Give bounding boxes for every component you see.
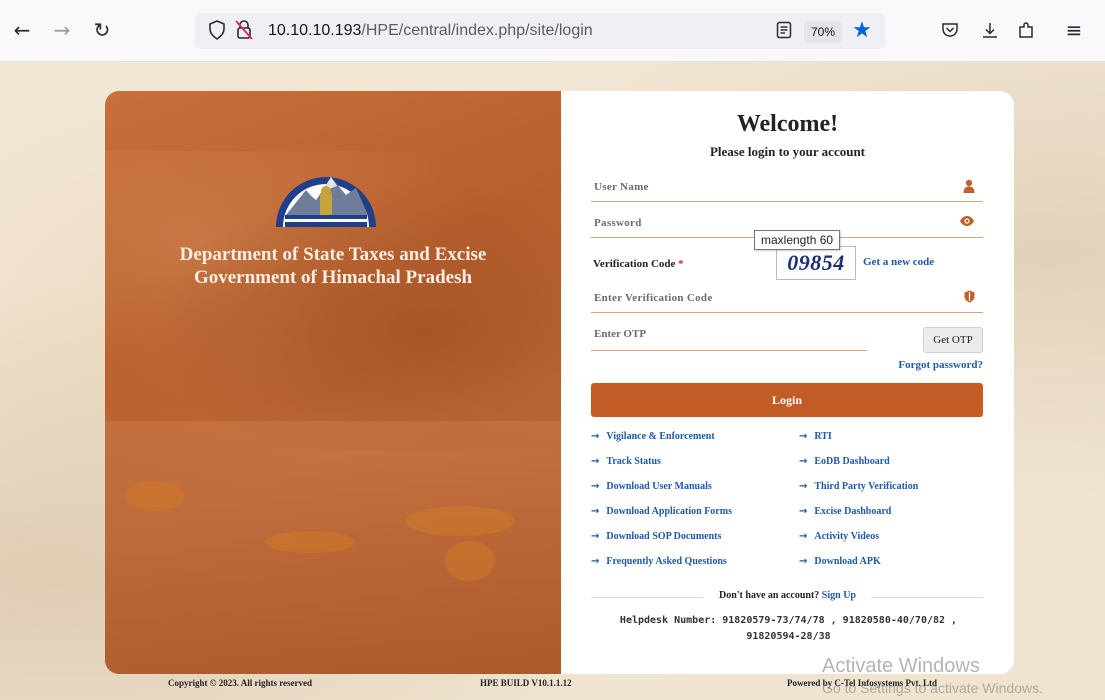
state-emblem-logo xyxy=(271,155,381,233)
government-name: Government of Himachal Pradesh xyxy=(193,267,473,288)
link-label: RTI xyxy=(814,431,832,442)
arrow-right-icon: → xyxy=(591,456,600,467)
extensions-icon[interactable] xyxy=(1012,16,1040,44)
link-download-application-forms[interactable]: → Download Application Forms xyxy=(591,506,732,517)
helpdesk-line-2: 91820594-28/38 xyxy=(746,631,831,642)
link-rti[interactable]: → RTI xyxy=(799,431,832,442)
shield-icon[interactable] xyxy=(203,16,231,44)
link-faq[interactable]: → Frequently Asked Questions xyxy=(591,556,727,567)
forgot-password-link[interactable]: Forgot password? xyxy=(898,359,983,371)
shrub-decoration xyxy=(265,531,355,553)
required-asterisk: * xyxy=(678,258,684,270)
signup-row: Don't have an account? Sign Up xyxy=(561,590,1014,604)
link-label: Activity Videos xyxy=(814,531,880,542)
branding-panel: Department of State Taxes and Excise Gov… xyxy=(105,91,561,674)
zoom-level-badge[interactable]: 70% xyxy=(804,21,842,43)
sign-up-link[interactable]: Sign Up xyxy=(822,590,856,601)
reload-icon[interactable]: ↻ xyxy=(88,16,116,44)
shield-icon xyxy=(964,290,975,307)
link-activity-videos[interactable]: → Activity Videos xyxy=(799,531,879,542)
arrow-right-icon: → xyxy=(799,431,808,442)
link-label: EoDB Dashboard xyxy=(814,456,890,467)
activate-windows-watermark: Activate Windows xyxy=(822,655,980,677)
link-vigilance-enforcement[interactable]: → Vigilance & Enforcement xyxy=(591,431,715,442)
reader-icon[interactable] xyxy=(770,16,798,44)
username-field[interactable]: User Name xyxy=(591,179,983,202)
shrub-decoration xyxy=(125,481,185,511)
arrow-right-icon: → xyxy=(591,481,600,492)
pocket-icon[interactable] xyxy=(936,16,964,44)
link-third-party-verification[interactable]: → Third Party Verification xyxy=(799,481,918,492)
browser-toolbar: ← → ↻ 10.10.10.193/HPE/central/index.php… xyxy=(0,0,1105,62)
shrub-decoration xyxy=(405,506,515,536)
link-track-status[interactable]: → Track Status xyxy=(591,456,661,467)
link-label: Third Party Verification xyxy=(814,481,919,492)
verification-placeholder: Enter Verification Code xyxy=(594,292,713,304)
maxlength-tooltip: maxlength 60 xyxy=(754,230,841,250)
back-icon[interactable]: ← xyxy=(8,16,36,44)
link-label: Download SOP Documents xyxy=(606,531,722,542)
get-new-code-link[interactable]: Get a new code xyxy=(863,256,934,268)
link-label: Download User Manuals xyxy=(606,481,712,492)
lock-warning-icon[interactable] xyxy=(230,16,258,44)
otp-input[interactable]: Enter OTP xyxy=(591,327,867,351)
menu-icon[interactable]: ≡ xyxy=(1060,16,1088,44)
arrow-right-icon: → xyxy=(799,556,808,567)
link-label: Track Status xyxy=(606,456,661,467)
link-download-apk[interactable]: → Download APK xyxy=(799,556,881,567)
otp-placeholder: Enter OTP xyxy=(594,328,647,340)
get-otp-button[interactable]: Get OTP xyxy=(923,327,983,353)
copyright-text: Copyright © 2023. All rights reserved xyxy=(168,678,313,688)
arrow-right-icon: → xyxy=(799,531,808,542)
arrow-right-icon: → xyxy=(799,481,808,492)
url-path: /HPE/central/index.php/site/login xyxy=(361,22,593,39)
user-icon xyxy=(963,179,975,197)
link-label: Excise Dashboard xyxy=(814,506,892,517)
activate-windows-hint: Go to Settings to activate Windows. xyxy=(822,680,1043,696)
build-version: HPE BUILD V10.1.1.12 xyxy=(480,678,572,688)
login-button[interactable]: Login xyxy=(591,383,983,417)
helpdesk-line-1: Helpdesk Number: 91820579-73/74/78 , 918… xyxy=(619,615,958,626)
verification-code-label: Verification Code * xyxy=(593,258,684,270)
captcha-image: 09854 xyxy=(776,246,856,280)
welcome-heading: Welcome! xyxy=(736,111,839,137)
signup-prompt: Don't have an account? Sign Up xyxy=(561,590,1014,601)
download-icon[interactable] xyxy=(976,16,1004,44)
link-label: Vigilance & Enforcement xyxy=(606,431,715,442)
link-download-sop-documents[interactable]: → Download SOP Documents xyxy=(591,531,721,542)
url-text[interactable]: 10.10.10.193/HPE/central/index.php/site/… xyxy=(268,22,593,40)
link-eodb-dashboard[interactable]: → EoDB Dashboard xyxy=(799,456,890,467)
department-title: Department of State Taxes and Excise Gov… xyxy=(105,243,561,289)
link-label: Frequently Asked Questions xyxy=(606,556,727,567)
link-label: Download APK xyxy=(814,556,881,567)
password-placeholder: Password xyxy=(594,217,642,229)
department-name: Department of State Taxes and Excise xyxy=(179,244,487,265)
arrow-right-icon: → xyxy=(799,456,808,467)
arrow-right-icon: → xyxy=(591,556,600,567)
verification-code-input[interactable]: Enter Verification Code xyxy=(591,290,983,313)
eye-icon[interactable] xyxy=(959,215,975,231)
verification-label-text: Verification Code xyxy=(593,258,676,270)
link-excise-dashboard[interactable]: → Excise Dashboard xyxy=(799,506,891,517)
login-panel: Welcome! Please login to your account Us… xyxy=(561,91,1014,674)
login-subtitle: Please login to your account xyxy=(709,144,866,159)
arrow-right-icon: → xyxy=(591,506,600,517)
forward-icon[interactable]: → xyxy=(48,16,76,44)
link-label: Download Application Forms xyxy=(606,506,732,517)
signup-question: Don't have an account? xyxy=(719,590,820,601)
arrow-right-icon: → xyxy=(799,506,808,517)
url-host: 10.10.10.193 xyxy=(268,22,362,39)
shrub-decoration xyxy=(445,541,495,581)
username-placeholder: User Name xyxy=(594,181,649,193)
arrow-right-icon: → xyxy=(591,531,600,542)
arrow-right-icon: → xyxy=(591,431,600,442)
helpdesk-numbers: Helpdesk Number: 91820579-73/74/78 , 918… xyxy=(591,613,986,645)
link-download-user-manuals[interactable]: → Download User Manuals xyxy=(591,481,712,492)
bookmark-star-icon[interactable]: ★ xyxy=(848,16,876,44)
